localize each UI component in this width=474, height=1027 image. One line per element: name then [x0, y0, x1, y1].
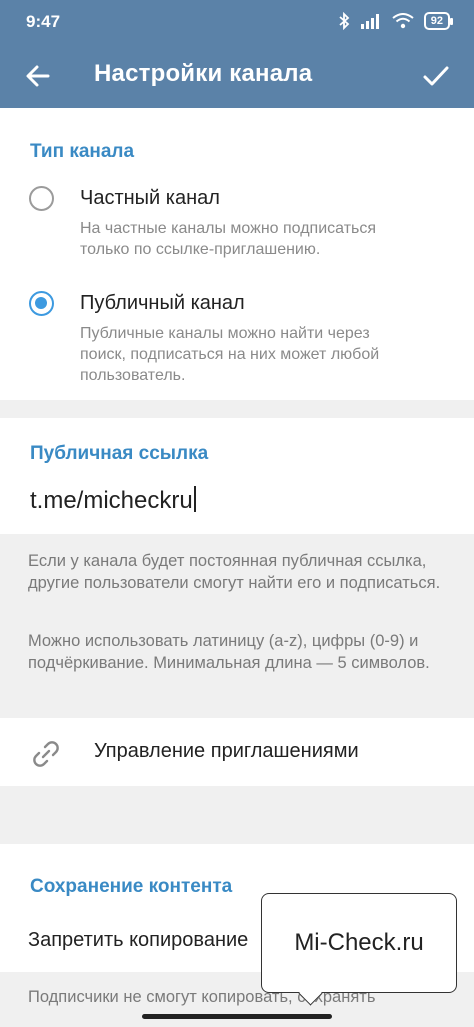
status-icons: 92: [338, 12, 454, 30]
link-icon: [33, 741, 59, 767]
app-bar: Настройки канала: [0, 44, 474, 108]
manage-invites-row[interactable]: Управление приглашениями: [0, 718, 474, 786]
page-title: Настройки канала: [94, 60, 313, 87]
bluetooth-icon: [339, 12, 350, 30]
arrow-left-icon[interactable]: [22, 60, 54, 92]
gesture-nav-bar[interactable]: [142, 1014, 332, 1019]
link-hint-1: Если у канала будет постоянная публичная…: [28, 552, 441, 592]
status-time: 9:47: [26, 12, 61, 31]
watermark-text: Mi-Check.ru: [294, 929, 424, 956]
link-hint-2: Можно использовать латиницу (a-z), цифры…: [28, 632, 430, 672]
section-separator: [0, 400, 474, 418]
battery-icon: 92: [423, 12, 454, 30]
option-label-public[interactable]: Публичный канал: [80, 292, 245, 315]
section-separator-2: [0, 786, 474, 844]
watermark-callout: Mi-Check.ru: [261, 893, 457, 993]
radio-public-channel[interactable]: [29, 291, 54, 316]
manage-invites-label: Управление приглашениями: [94, 740, 359, 762]
status-bar: 9:47 92: [0, 0, 474, 44]
wifi-icon: [392, 13, 414, 29]
check-icon[interactable]: [420, 60, 452, 92]
option-label-private[interactable]: Частный канал: [80, 187, 220, 210]
text-cursor: [193, 486, 196, 512]
restrict-copying-row[interactable]: Запретить копирование: [28, 929, 248, 952]
signal-icon: [360, 14, 379, 29]
section-title-public-link: Публичная ссылка: [30, 443, 209, 464]
option-desc-public: Публичные каналы можно найти через поиск…: [80, 325, 380, 384]
public-link-value: t.me/micheckru: [30, 487, 193, 514]
radio-private-channel[interactable]: [29, 186, 54, 211]
section-title-channel-type: Тип канала: [30, 141, 135, 162]
section-title-content-saving: Сохранение контента: [30, 876, 233, 897]
option-desc-private: На частные каналы можно подписаться толь…: [80, 220, 377, 258]
public-link-input[interactable]: t.me/micheckru: [30, 486, 196, 515]
